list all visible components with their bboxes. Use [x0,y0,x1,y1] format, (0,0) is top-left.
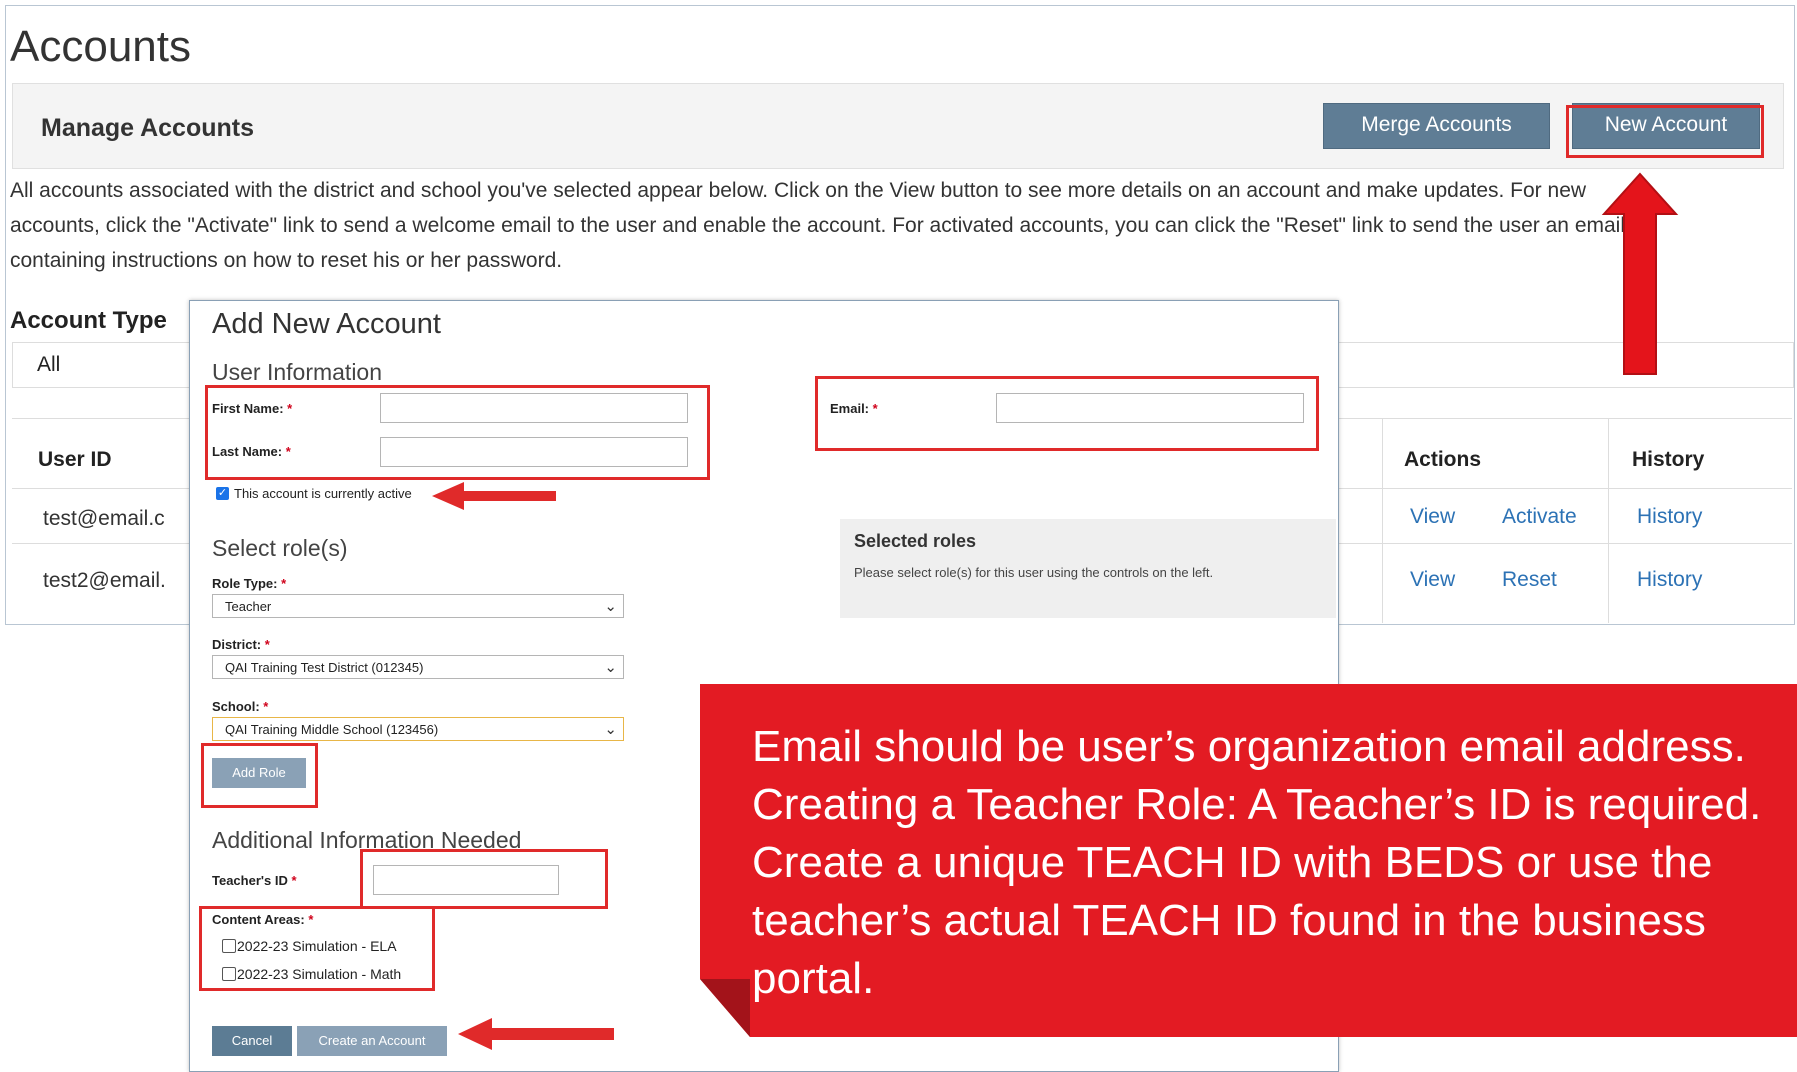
col-header-history: History [1632,448,1705,471]
callout-line-5: portal. [752,954,875,1003]
active-checkbox-label: This account is currently active [234,486,412,501]
row-1-history-link[interactable]: History [1637,505,1702,529]
row-2-view-link[interactable]: View [1410,568,1455,592]
callout-line-1: Email should be user’s organization emai… [752,722,1746,771]
account-type-value: All [37,353,61,376]
cancel-button[interactable]: Cancel [212,1026,292,1056]
role-type-select[interactable]: Teacher ⌄ [212,594,624,618]
school-value: QAI Training Middle School (123456) [225,722,439,737]
role-type-value: Teacher [225,599,272,614]
row-1-user-id: test@email.c [43,507,165,530]
chevron-down-icon: ⌄ [604,659,617,676]
selected-roles-heading: Selected roles [854,531,977,551]
add-role-highlight [201,743,318,808]
district-select[interactable]: QAI Training Test District (012345) ⌄ [212,655,624,679]
callout-line-4: teacher’s actual TEACH ID found in the b… [752,896,1706,945]
role-type-label: Role Type: * [212,576,287,591]
school-label: School: * [212,699,269,714]
up-arrow-icon [1601,172,1679,375]
table-divider [1382,418,1383,623]
col-header-actions: Actions [1404,448,1482,471]
selected-roles-panel: Selected roles Please select role(s) for… [840,519,1336,618]
merge-accounts-button[interactable]: Merge Accounts [1323,103,1550,149]
chevron-down-icon: ⌄ [604,721,617,738]
selected-roles-text: Please select role(s) for this user usin… [854,565,1214,580]
page-description: All accounts associated with the distric… [10,173,1790,278]
arrow-left-icon [458,1018,614,1050]
callout-line-2: Creating a Teacher Role: A Teacher’s ID … [752,780,1762,829]
account-type-label: Account Type [10,307,167,334]
description-line-2: accounts, click the "Activate" link to s… [10,214,1626,237]
create-account-button[interactable]: Create an Account [297,1026,447,1056]
name-fields-highlight [205,385,710,480]
row-2-reset-link[interactable]: Reset [1502,568,1557,592]
callout-line-3: Create a unique TEACH ID with BEDS or us… [752,838,1713,887]
col-header-user-id[interactable]: User ID [38,448,112,472]
new-account-highlight [1566,105,1764,158]
table-divider [1608,418,1609,623]
select-roles-heading: Select role(s) [212,535,348,561]
teacher-id-label: Teacher's ID * [212,873,297,888]
description-line-3: containing instructions on how to reset … [10,249,563,272]
manage-accounts-title: Manage Accounts [41,114,255,142]
teacher-id-highlight [360,849,608,909]
active-checkbox[interactable]: ✓ [216,487,229,500]
content-areas-highlight [199,906,435,991]
email-field-highlight [815,376,1319,451]
page-title: Accounts [10,22,191,71]
row-2-user-id: test2@email. [43,569,166,592]
district-label: District: * [212,637,270,652]
user-info-heading: User Information [212,359,383,385]
modal-title: Add New Account [212,308,441,340]
callout-text: Email should be user’s organization emai… [752,718,1782,1008]
row-2-history-link[interactable]: History [1637,568,1702,592]
row-1-view-link[interactable]: View [1410,505,1455,529]
chevron-down-icon: ⌄ [604,598,617,615]
school-select[interactable]: QAI Training Middle School (123456) ⌄ [212,717,624,741]
district-value: QAI Training Test District (012345) [225,660,424,675]
row-1-activate-link[interactable]: Activate [1502,505,1577,529]
description-line-1: All accounts associated with the distric… [10,179,1587,202]
arrow-left-icon [432,482,556,510]
